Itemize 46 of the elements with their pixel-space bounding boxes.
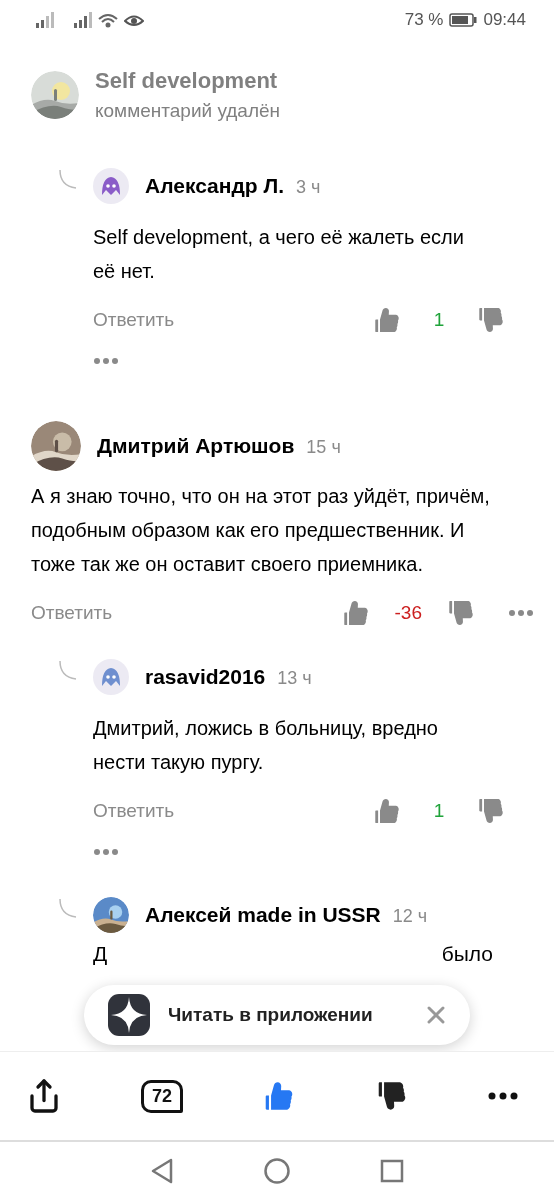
more-icon — [487, 1092, 518, 1100]
author-name: rasavid2016 — [145, 665, 266, 688]
avatar-icon — [93, 168, 129, 204]
wifi-icon — [98, 12, 118, 28]
banner-text: Читать в приложении — [168, 1004, 374, 1026]
comment-time: 15 ч — [306, 437, 341, 457]
signal-icon — [74, 12, 92, 28]
thread-connector — [58, 170, 78, 190]
more-button[interactable] — [487, 1092, 518, 1100]
reply-link[interactable]: Ответить — [93, 309, 175, 331]
battery-icon — [449, 13, 478, 27]
app-logo-icon — [108, 994, 150, 1036]
comment-text: А я знаю точно, что он на этот раз уйдёт, причём, подобным образом как его предшественник. И тоже так же он оставит своего приемника. — [31, 484, 491, 577]
comment-text: Self development, а чего её жалеть если её нет. — [93, 225, 465, 284]
deleted-note: комментарий удалён — [95, 100, 281, 122]
home-icon[interactable] — [264, 1158, 290, 1184]
back-icon[interactable] — [150, 1158, 174, 1184]
author-name: Self development — [95, 68, 279, 94]
thread-connector — [58, 899, 78, 919]
author-name: Дмитрий Артюшов — [97, 434, 295, 457]
comment-time: 12 ч — [392, 906, 428, 926]
thread-connector — [58, 661, 78, 681]
more-icon — [93, 848, 119, 856]
comment-text: Д — [93, 941, 108, 967]
reply-link[interactable]: Ответить — [93, 800, 175, 822]
reply-link[interactable]: Ответить — [31, 602, 113, 624]
clock: 09:44 — [483, 10, 526, 30]
comments-button[interactable]: 72 — [141, 1079, 183, 1113]
more-icon — [93, 357, 119, 365]
score: -36 — [394, 602, 422, 624]
comment-time: 13 ч — [277, 668, 312, 688]
comment-time: 3 ч — [296, 177, 321, 197]
app-banner[interactable]: Читать в приложении — [84, 985, 470, 1045]
like-button[interactable] — [372, 305, 402, 335]
like-button[interactable] — [372, 796, 402, 826]
comment-text: Дмитрий, ложись в больницу, вредно нести такую пургу. — [93, 716, 439, 775]
recents-icon[interactable] — [380, 1159, 404, 1183]
signal-icon — [36, 12, 54, 28]
author-name: Александр Л. — [145, 174, 284, 197]
author-name: Алексей made in USSR — [145, 903, 381, 926]
score: 1 — [432, 800, 446, 822]
more-icon — [508, 609, 534, 617]
avatar-icon — [93, 659, 129, 695]
score: 1 — [432, 309, 446, 331]
comment-text: было — [441, 941, 493, 967]
battery-percent: 73 % — [404, 10, 444, 30]
